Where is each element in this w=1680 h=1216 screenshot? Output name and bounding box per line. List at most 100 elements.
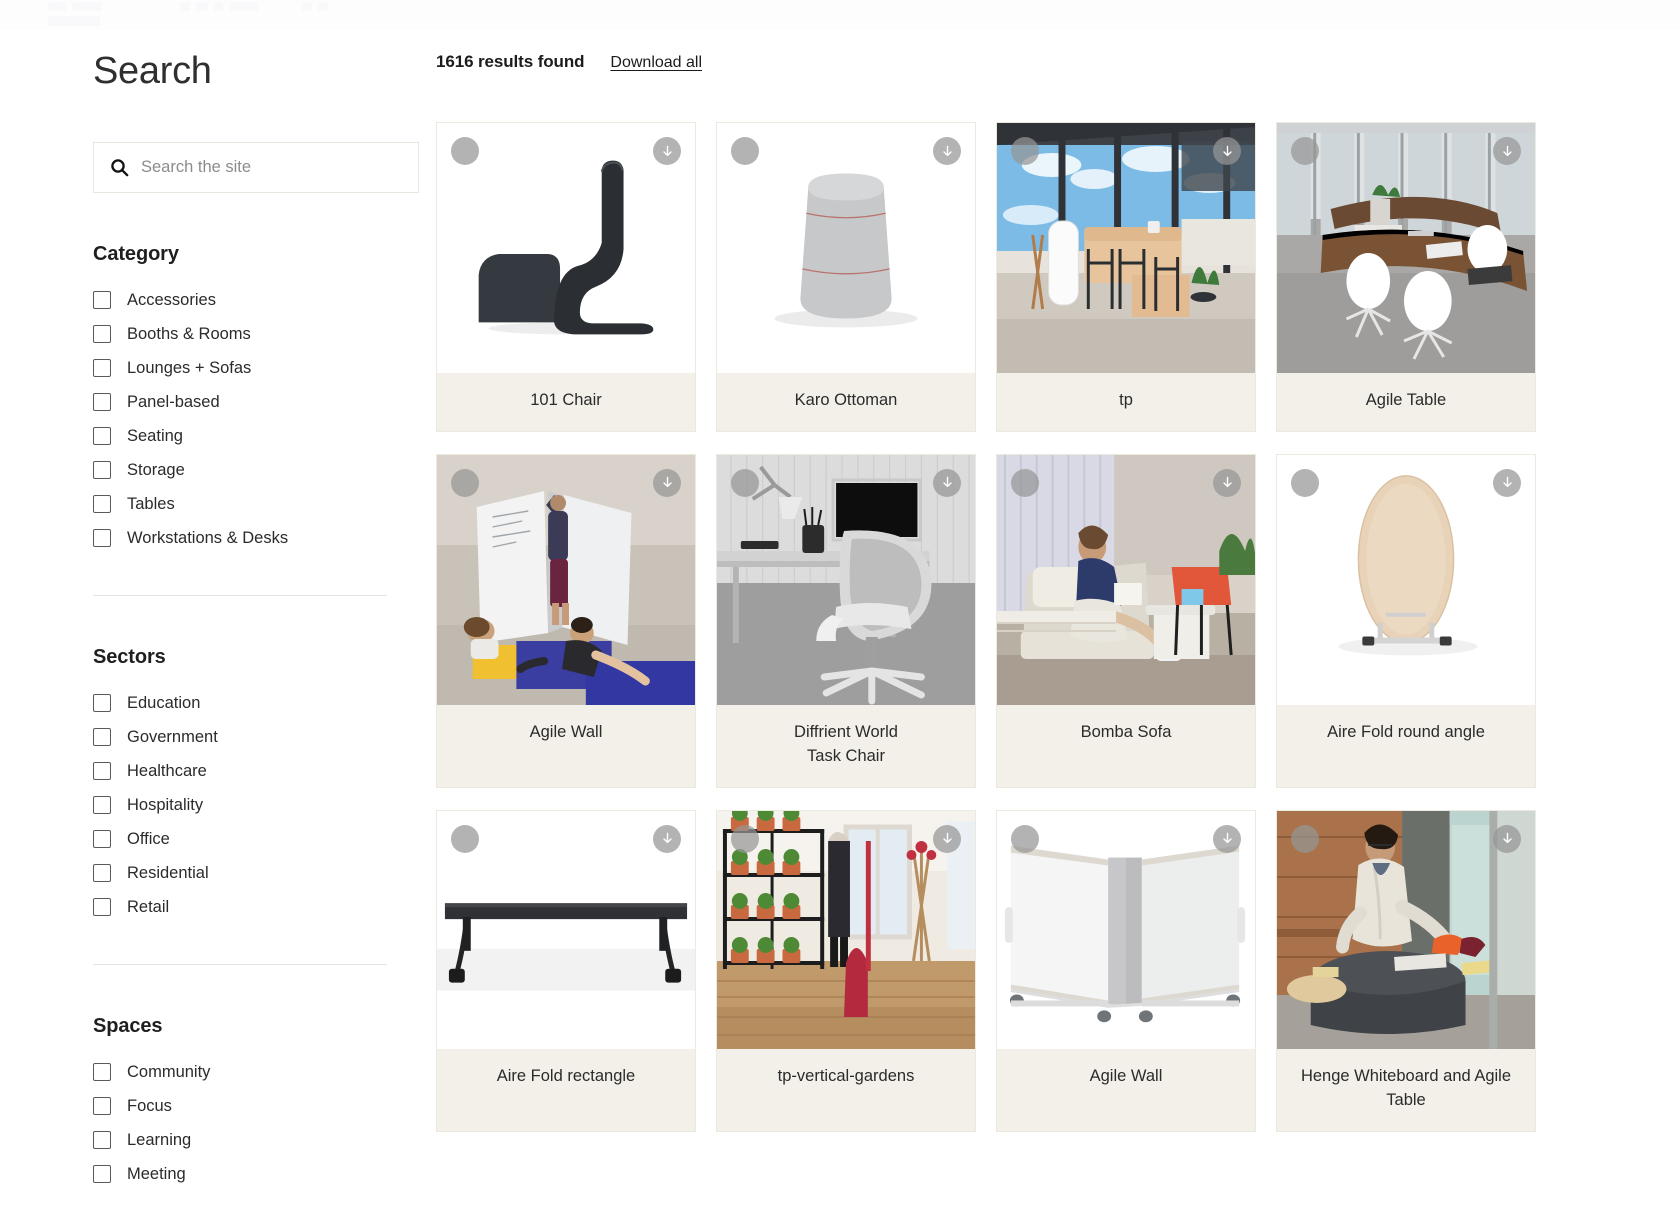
- facet-option-focus[interactable]: Focus: [93, 1089, 411, 1123]
- download-arrow-icon: [662, 477, 672, 488]
- download-arrow-icon: [1222, 477, 1232, 488]
- select-circle-icon[interactable]: [451, 468, 479, 497]
- card-media: [717, 123, 975, 373]
- checkbox-icon[interactable]: [93, 291, 111, 309]
- checkbox-icon[interactable]: [93, 359, 111, 377]
- download-button[interactable]: [1493, 824, 1521, 853]
- download-button[interactable]: [1213, 468, 1241, 497]
- checkbox-icon[interactable]: [93, 495, 111, 513]
- facet-option-label: Residential: [127, 863, 209, 882]
- checkbox-icon[interactable]: [93, 796, 111, 814]
- select-circle-icon[interactable]: [1011, 824, 1039, 853]
- select-circle-icon[interactable]: [451, 137, 479, 165]
- checkbox-icon[interactable]: [93, 325, 111, 343]
- result-card[interactable]: Karo Ottoman: [716, 122, 976, 432]
- checkbox-icon[interactable]: [93, 393, 111, 411]
- checkbox-icon[interactable]: [93, 898, 111, 916]
- result-card[interactable]: Henge Whiteboard and Agile Table: [1276, 809, 1536, 1132]
- result-card[interactable]: Bomba Sofa: [996, 453, 1256, 788]
- facet-option-learning[interactable]: Learning: [93, 1123, 411, 1157]
- checkbox-icon[interactable]: [93, 864, 111, 882]
- download-button[interactable]: [1213, 137, 1241, 165]
- facet-option-label: Healthcare: [127, 761, 207, 780]
- select-circle-icon[interactable]: [731, 824, 759, 853]
- facet-option-label: Education: [127, 693, 201, 712]
- facet-option-lounges-sofas[interactable]: Lounges + Sofas: [93, 351, 411, 385]
- download-button[interactable]: [653, 824, 681, 853]
- card-title: Agile Wall: [529, 722, 603, 741]
- search-input[interactable]: [141, 143, 402, 192]
- card-media: [1277, 123, 1535, 373]
- checkbox-icon[interactable]: [93, 1097, 111, 1115]
- download-button[interactable]: [1493, 468, 1521, 497]
- results-header: 1616 results found Download all: [436, 30, 1640, 84]
- download-button[interactable]: [933, 137, 961, 165]
- facet-option-booths-rooms[interactable]: Booths & Rooms: [93, 317, 411, 351]
- result-card[interactable]: Agile Table: [1276, 122, 1536, 432]
- select-circle-icon[interactable]: [1291, 468, 1319, 497]
- download-arrow-icon: [662, 145, 672, 156]
- facet-option-office[interactable]: Office: [93, 822, 411, 856]
- search-field-wrapper[interactable]: [93, 142, 419, 193]
- facet-option-label: Meeting: [127, 1164, 186, 1183]
- facet-option-healthcare[interactable]: Healthcare: [93, 754, 411, 788]
- checkbox-icon[interactable]: [93, 529, 111, 547]
- card-caption: Aire Fold rectangle: [437, 1048, 695, 1107]
- checkbox-icon[interactable]: [93, 1131, 111, 1149]
- facet-option-workstations-desks[interactable]: Workstations & Desks: [93, 521, 411, 555]
- select-circle-icon[interactable]: [731, 468, 759, 497]
- download-button[interactable]: [1493, 137, 1521, 165]
- checkbox-icon[interactable]: [93, 762, 111, 780]
- select-circle-icon[interactable]: [1291, 824, 1319, 853]
- select-circle-icon[interactable]: [731, 137, 759, 165]
- card-title: Agile Table: [1365, 391, 1447, 409]
- facet-option-government[interactable]: Government: [93, 720, 411, 754]
- checkbox-icon[interactable]: [93, 728, 111, 746]
- card-caption: tp: [997, 373, 1255, 431]
- results-grid: 101 Chair Karo Ottoman tp Agile Table Ag…: [436, 122, 1640, 1132]
- download-button[interactable]: [1213, 824, 1241, 853]
- result-card[interactable]: Agile Wall: [996, 809, 1256, 1132]
- facet-option-seating[interactable]: Seating: [93, 419, 411, 453]
- result-card[interactable]: Diffrient World Task Chair: [716, 453, 976, 788]
- result-card[interactable]: Aire Fold rectangle: [436, 809, 696, 1132]
- select-circle-icon[interactable]: [1011, 468, 1039, 497]
- result-card[interactable]: 101 Chair: [436, 122, 696, 432]
- result-card[interactable]: Aire Fold round angle: [1276, 453, 1536, 788]
- download-all-link[interactable]: Download all: [610, 54, 702, 72]
- select-circle-icon[interactable]: [451, 824, 479, 853]
- card-caption: Karo Ottoman: [717, 373, 975, 431]
- facet-option-community[interactable]: Community: [93, 1055, 411, 1089]
- result-card[interactable]: tp: [996, 122, 1256, 432]
- card-media: [437, 123, 695, 373]
- download-arrow-icon: [1502, 145, 1512, 156]
- facet-group-category: Category Accessories Booths & Rooms Loun…: [93, 243, 411, 555]
- checkbox-icon[interactable]: [93, 1063, 111, 1081]
- facet-option-residential[interactable]: Residential: [93, 856, 411, 890]
- facet-option-education[interactable]: Education: [93, 686, 411, 720]
- checkbox-icon[interactable]: [93, 694, 111, 712]
- facet-option-meeting[interactable]: Meeting: [93, 1157, 411, 1191]
- download-button[interactable]: [653, 468, 681, 497]
- facet-option-label: Office: [127, 829, 170, 848]
- download-button[interactable]: [933, 468, 961, 497]
- select-circle-icon[interactable]: [1291, 137, 1319, 165]
- facet-option-storage[interactable]: Storage: [93, 453, 411, 487]
- facet-option-hospitality[interactable]: Hospitality: [93, 788, 411, 822]
- result-card[interactable]: tp-vertical-gardens: [716, 809, 976, 1132]
- card-title: tp: [1119, 391, 1133, 409]
- facet-option-panel-based[interactable]: Panel-based: [93, 385, 411, 419]
- checkbox-icon[interactable]: [93, 461, 111, 479]
- facet-option-retail[interactable]: Retail: [93, 890, 411, 924]
- select-circle-icon[interactable]: [1011, 137, 1039, 165]
- facet-option-tables[interactable]: Tables: [93, 487, 411, 521]
- facet-divider: [93, 595, 387, 596]
- facet-option-accessories[interactable]: Accessories: [93, 283, 411, 317]
- checkbox-icon[interactable]: [93, 1165, 111, 1183]
- checkbox-icon[interactable]: [93, 830, 111, 848]
- facet-option-label: Hospitality: [127, 795, 204, 814]
- checkbox-icon[interactable]: [93, 427, 111, 445]
- download-button[interactable]: [933, 824, 961, 853]
- result-card[interactable]: Agile Wall: [436, 453, 696, 788]
- download-button[interactable]: [653, 137, 681, 165]
